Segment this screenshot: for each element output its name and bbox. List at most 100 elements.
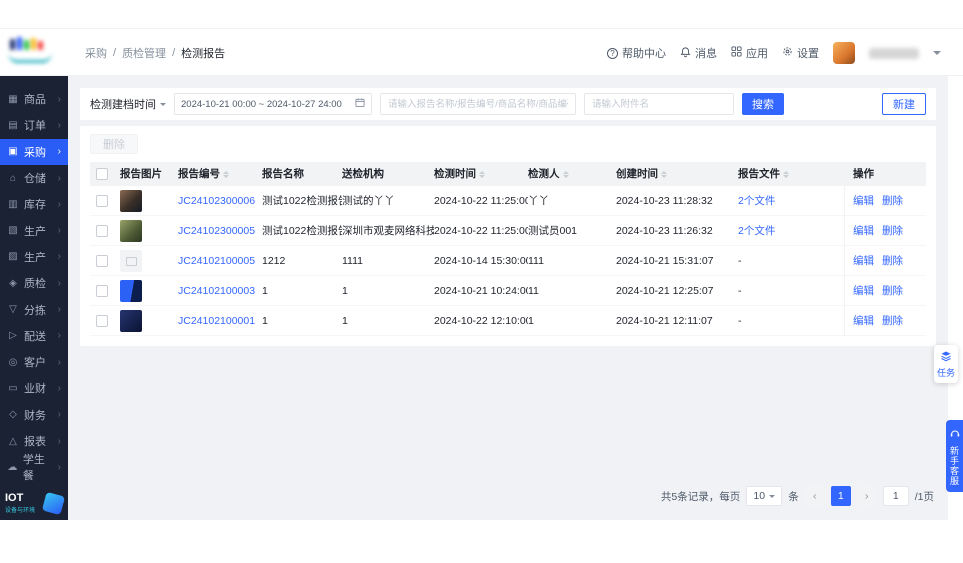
org-cell: 深圳市观麦网络科技 xyxy=(342,224,434,237)
create-button[interactable]: 新建 xyxy=(882,93,926,115)
apps-link[interactable]: 应用 xyxy=(731,45,768,61)
column-header: 报告名称 xyxy=(262,168,304,180)
report-no-link[interactable]: JC24102100001 xyxy=(178,315,255,327)
sidebar-item-订单[interactable]: ▤ 订单 › xyxy=(0,112,68,138)
row-checkbox[interactable] xyxy=(96,224,108,237)
sidebar-item-仓储[interactable]: ⌂ 仓储 › xyxy=(0,165,68,191)
date-range-input[interactable]: 2024-10-21 00:00 ~ 2024-10-27 24:00 xyxy=(174,93,372,115)
tasks-float-button[interactable]: 任务 xyxy=(934,345,958,383)
filter-panel: 检测建档时间 2024-10-21 00:00 ~ 2024-10-27 24:… xyxy=(80,88,936,120)
meal-cloud-icon: ☁ xyxy=(7,461,18,473)
edit-link[interactable]: 编辑 xyxy=(853,225,874,237)
report-thumbnail[interactable] xyxy=(120,219,142,242)
time-field-select[interactable]: 检测建档时间 xyxy=(90,96,166,112)
sort-icon[interactable] xyxy=(223,171,229,178)
qc-icon: ◈ xyxy=(9,277,17,289)
tasks-label: 任务 xyxy=(936,367,955,378)
sidebar-item-生产[interactable]: ▨ 生产 › xyxy=(0,244,68,270)
delete-link[interactable]: 删除 xyxy=(882,285,903,297)
report-thumbnail[interactable] xyxy=(120,189,142,212)
chevron-right-icon: › xyxy=(57,93,61,105)
edit-link[interactable]: 编辑 xyxy=(853,315,874,327)
avatar[interactable] xyxy=(833,42,855,64)
column-header[interactable]: 报告文件 xyxy=(738,162,844,186)
sort-icon[interactable] xyxy=(479,171,485,178)
messages-link[interactable]: 消息 xyxy=(680,45,717,61)
edit-link[interactable]: 编辑 xyxy=(853,285,874,297)
logo-bar xyxy=(17,37,22,50)
sidebar-item-业财[interactable]: ▭ 业财 › xyxy=(0,375,68,401)
row-checkbox-cell xyxy=(90,216,120,246)
page-jump-input[interactable]: 1 xyxy=(882,486,909,506)
report-thumbnail[interactable] xyxy=(120,279,142,302)
row-checkbox-cell xyxy=(90,186,120,216)
created-time-cell: 2024-10-23 11:28:32 xyxy=(616,194,713,207)
sidebar-item-报表[interactable]: △ 报表 › xyxy=(0,428,68,454)
select-all-cell xyxy=(90,162,120,186)
row-checkbox[interactable] xyxy=(96,254,108,267)
report-no-link[interactable]: JC24102300005 xyxy=(178,225,255,237)
sidebar-item-label: 生产 xyxy=(24,225,46,238)
calendar-icon xyxy=(355,97,365,111)
help-center-link[interactable]: ? 帮助中心 xyxy=(607,45,666,61)
next-page-button[interactable]: › xyxy=(856,486,877,506)
sidebar-item-学生餐[interactable]: ☁ 学生餐 › xyxy=(0,454,68,482)
report-name-cell: 1 xyxy=(262,284,268,297)
delete-link[interactable]: 删除 xyxy=(882,315,903,327)
sidebar-item-商品[interactable]: ▦ 商品 › xyxy=(0,86,68,112)
report-name-cell: 1212 xyxy=(262,254,286,267)
tester-cell: 111 xyxy=(528,254,544,267)
sidebar-item-质检[interactable]: ◈ 质检 › xyxy=(0,270,68,296)
settings-link[interactable]: 设置 xyxy=(782,45,819,61)
customer-service-float-button[interactable]: 新手客服 xyxy=(946,420,963,492)
sidebar-item-库存[interactable]: ▥ 库存 › xyxy=(0,191,68,217)
sidebar-item-财务[interactable]: ◇ 财务 › xyxy=(0,402,68,428)
delete-button[interactable]: 删除 xyxy=(90,134,138,154)
column-header[interactable]: 创建时间 xyxy=(616,162,738,186)
row-checkbox[interactable] xyxy=(96,194,108,207)
main-content: 检测建档时间 2024-10-21 00:00 ~ 2024-10-27 24:… xyxy=(68,76,948,520)
report-no-link[interactable]: JC24102100003 xyxy=(178,285,255,297)
report-thumbnail[interactable] xyxy=(120,309,142,332)
sidebar-item-生产[interactable]: ▧ 生产 › xyxy=(0,217,68,243)
sidebar-item-label: 配送 xyxy=(24,330,46,343)
report-no-link[interactable]: JC24102300006 xyxy=(178,195,255,207)
files-cell: - xyxy=(738,284,742,297)
column-header[interactable]: 检测人 xyxy=(528,162,616,186)
prev-page-button[interactable]: ‹ xyxy=(804,486,825,506)
keyword-input[interactable] xyxy=(380,93,576,115)
edit-link[interactable]: 编辑 xyxy=(853,255,874,267)
tester-cell: 1 xyxy=(528,314,534,327)
files-link[interactable]: 2个文件 xyxy=(738,225,775,237)
delete-link[interactable]: 删除 xyxy=(882,195,903,207)
column-header[interactable]: 报告编号 xyxy=(178,162,262,186)
breadcrumb-item[interactable]: 质检管理 xyxy=(122,45,166,61)
sidebar-item-客户[interactable]: ◎ 客户 › xyxy=(0,349,68,375)
select-all-checkbox[interactable] xyxy=(96,168,108,181)
attachment-input[interactable] xyxy=(584,93,734,115)
report-thumbnail[interactable] xyxy=(120,249,142,272)
sidebar-item-label: 库存 xyxy=(24,199,46,212)
search-button[interactable]: 搜索 xyxy=(742,93,784,115)
sort-icon[interactable] xyxy=(661,171,667,178)
sidebar-item-分拣[interactable]: ▽ 分拣 › xyxy=(0,296,68,322)
column-header[interactable]: 检测时间 xyxy=(434,162,528,186)
row-checkbox[interactable] xyxy=(96,314,108,327)
delete-link[interactable]: 删除 xyxy=(882,255,903,267)
chevron-down-icon[interactable] xyxy=(933,50,941,59)
report-no-link[interactable]: JC24102100005 xyxy=(178,255,255,267)
sort-icon[interactable] xyxy=(563,171,569,178)
page-number-button[interactable]: 1 xyxy=(830,486,851,506)
row-checkbox[interactable] xyxy=(96,284,108,297)
delete-link[interactable]: 删除 xyxy=(882,225,903,237)
sidebar-item-采购[interactable]: ▣ 采购 › xyxy=(0,138,68,165)
breadcrumb-item[interactable]: 采购 xyxy=(85,45,107,61)
files-link[interactable]: 2个文件 xyxy=(738,195,775,207)
breadcrumb: 采购 / 质检管理 / 检测报告 xyxy=(85,29,225,77)
edit-link[interactable]: 编辑 xyxy=(853,195,874,207)
page-size-select[interactable]: 10 xyxy=(746,486,783,506)
report-no-cell: JC24102100001 xyxy=(178,306,262,336)
messages-label: 消息 xyxy=(695,48,717,60)
sort-icon[interactable] xyxy=(783,171,789,178)
sidebar-item-配送[interactable]: ▷ 配送 › xyxy=(0,323,68,349)
